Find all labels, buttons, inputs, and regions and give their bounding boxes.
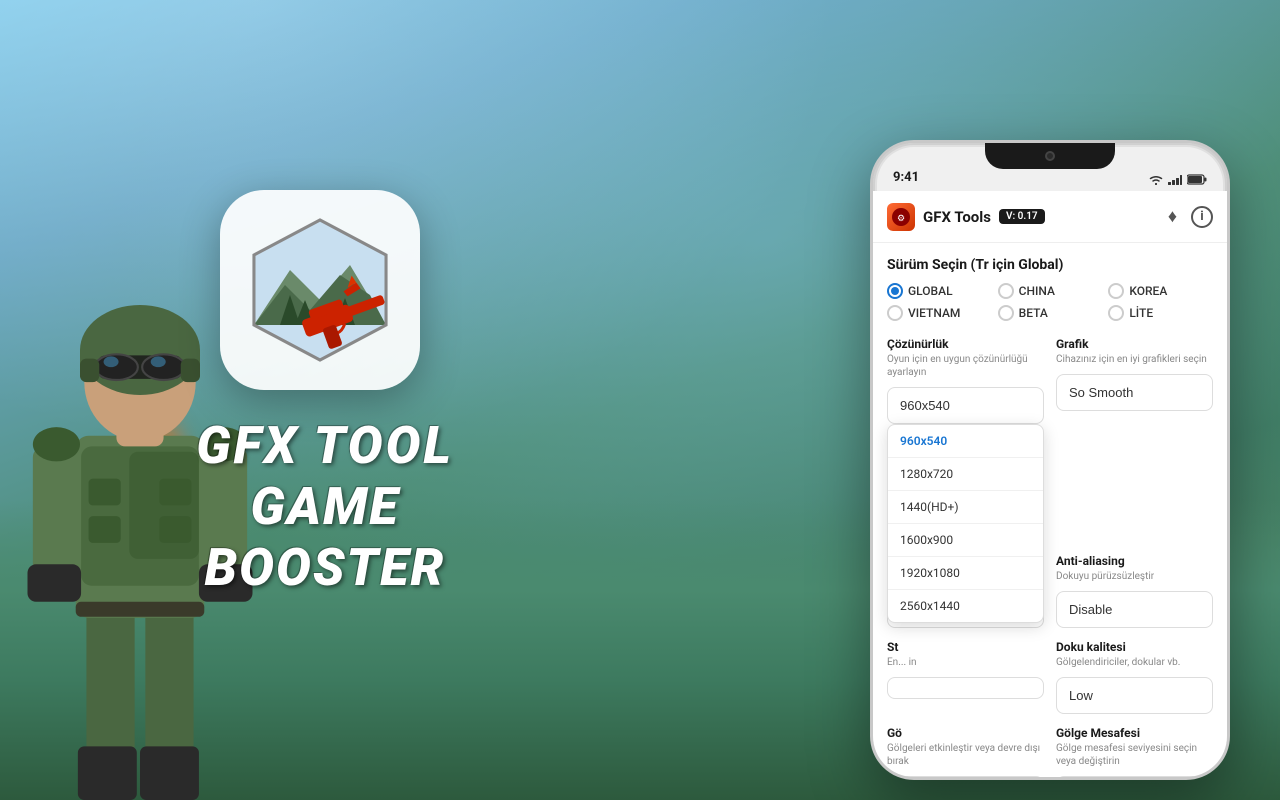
version-badge: V: 0.17 — [999, 209, 1045, 224]
radio-circle-vietnam — [887, 305, 903, 321]
texture-button[interactable]: Low — [1056, 677, 1213, 714]
radio-vietnam[interactable]: VIETNAM — [887, 305, 992, 321]
signal-icon — [1168, 175, 1182, 185]
res-option-1[interactable]: 960x540 — [888, 425, 1043, 458]
resolution-label: Çözünürlük — [887, 337, 1044, 351]
style-texture-row: St En... in Doku kalitesi Gölgelendirici… — [887, 640, 1213, 714]
shadow-distance-button[interactable]: Low — [1056, 776, 1213, 777]
app-title-line1: GFX TOOL — [135, 415, 515, 476]
graphics-sublabel: Cihazınız için en iyi grafikleri seçin — [1056, 353, 1213, 366]
resolution-section: Çözünürlük Oyun için en uygun çözünürlüğ… — [887, 337, 1044, 424]
shadows-section: Gö Gölgeleri etkinleştir veya devre dışı… — [887, 726, 1044, 777]
graphics-section: Grafik Cihazınız için en iyi grafikleri … — [1056, 337, 1213, 424]
antialiasing-label: Anti-aliasing — [1056, 554, 1213, 568]
radio-korea[interactable]: KOREA — [1108, 283, 1213, 299]
version-section-title: Sürüm Seçin (Tr için Global) — [887, 257, 1213, 273]
resolution-sublabel: Oyun için en uygun çözünürlüğü ayarlayın — [887, 353, 1044, 379]
phone-frame: 9:41 — [870, 140, 1230, 780]
status-time: 9:41 — [893, 170, 919, 187]
battery-icon — [1187, 174, 1207, 185]
resolution-button[interactable]: 960x540 — [887, 387, 1044, 424]
app-logo-area — [220, 190, 420, 390]
wifi-icon — [1149, 175, 1163, 185]
radio-circle-korea — [1108, 283, 1124, 299]
graphics-button[interactable]: So Smooth — [1056, 374, 1213, 411]
radio-circle-global — [887, 283, 903, 299]
texture-sublabel: Gölgelendiriciler, dokular vb. — [1056, 656, 1213, 669]
app-header: ⚙ GFX Tools V: 0.17 ♦ i — [873, 191, 1227, 243]
antialiasing-button[interactable]: Disable — [1056, 591, 1213, 628]
header-left: ⚙ GFX Tools V: 0.17 — [887, 203, 1045, 231]
shadow-distance-section: Gölge Mesafesi Gölge mesafesi seviyesini… — [1056, 726, 1213, 777]
shadows-sublabel: Gölgeleri etkinleştir veya devre dışı bı… — [887, 742, 1044, 768]
app-logo — [220, 190, 420, 390]
info-icon[interactable]: i — [1191, 206, 1213, 228]
front-camera — [1045, 151, 1055, 161]
radio-lite[interactable]: LİTE — [1108, 305, 1213, 321]
res-option-2[interactable]: 1280x720 — [888, 458, 1043, 491]
style-button[interactable] — [887, 677, 1044, 699]
phone-notch — [985, 143, 1115, 169]
radio-circle-beta — [998, 305, 1014, 321]
texture-section: Doku kalitesi Gölgelendiriciler, dokular… — [1056, 640, 1213, 714]
app-icon-small: ⚙ — [887, 203, 915, 231]
radio-global[interactable]: GLOBAL — [887, 283, 992, 299]
version-section: Sürüm Seçin (Tr için Global) GLOBAL CHIN… — [887, 257, 1213, 321]
phone-mockup: 9:41 — [870, 140, 1230, 780]
resolution-dropdown[interactable]: 960x540 1280x720 1440(HD+) 1600x900 1920… — [887, 424, 1044, 623]
radio-label-beta: BETA — [1019, 306, 1048, 320]
radio-circle-lite — [1108, 305, 1124, 321]
radio-label-global: GLOBAL — [908, 284, 953, 298]
radio-label-lite: LİTE — [1129, 306, 1153, 320]
resolution-graphics-row: Çözünürlük Oyun için en uygun çözünürlüğ… — [887, 337, 1213, 424]
radio-beta[interactable]: BETA — [998, 305, 1103, 321]
shadows-label: Gö — [887, 726, 1044, 740]
app-title-line2: GAME BOOSTER — [135, 476, 515, 598]
gem-icon[interactable]: ♦ — [1168, 206, 1177, 227]
shadows-distance-row: Gö Gölgeleri etkinleştir veya devre dışı… — [887, 726, 1213, 777]
antialiasing-section: Anti-aliasing Dokuyu pürüzsüzleştir Disa… — [1056, 554, 1213, 628]
res-option-6[interactable]: 2560x1440 — [888, 590, 1043, 622]
app-content: Sürüm Seçin (Tr için Global) GLOBAL CHIN… — [873, 243, 1227, 777]
res-option-5[interactable]: 1920x1080 — [888, 557, 1043, 590]
header-icons: ♦ i — [1168, 206, 1213, 228]
style-section: St En... in — [887, 640, 1044, 714]
radio-label-vietnam: VIETNAM — [908, 306, 960, 320]
style-sublabel: En... in — [887, 656, 1044, 669]
version-radio-group: GLOBAL CHINA KOREA VIETNAM — [887, 283, 1213, 321]
svg-text:⚙: ⚙ — [897, 214, 905, 224]
radio-label-china: CHINA — [1019, 284, 1055, 298]
shadow-distance-sublabel: Gölge mesafesi seviyesini seçin veya değ… — [1056, 742, 1213, 768]
app-title: GFX TOOL GAME BOOSTER — [135, 415, 515, 598]
radio-circle-china — [998, 283, 1014, 299]
texture-label: Doku kalitesi — [1056, 640, 1213, 654]
graphics-label: Grafik — [1056, 337, 1213, 351]
radio-label-korea: KOREA — [1129, 284, 1167, 298]
style-label: St — [887, 640, 1044, 654]
res-option-4[interactable]: 1600x900 — [888, 524, 1043, 557]
header-app-name: GFX Tools — [923, 208, 991, 226]
res-option-3[interactable]: 1440(HD+) — [888, 491, 1043, 524]
antialiasing-sublabel: Dokuyu pürüzsüzleştir — [1056, 570, 1213, 583]
shadows-button[interactable]: Select or skip — [887, 776, 1044, 777]
radio-china[interactable]: CHINA — [998, 283, 1103, 299]
status-icons — [1149, 174, 1207, 187]
shadow-distance-label: Gölge Mesafesi — [1056, 726, 1213, 740]
